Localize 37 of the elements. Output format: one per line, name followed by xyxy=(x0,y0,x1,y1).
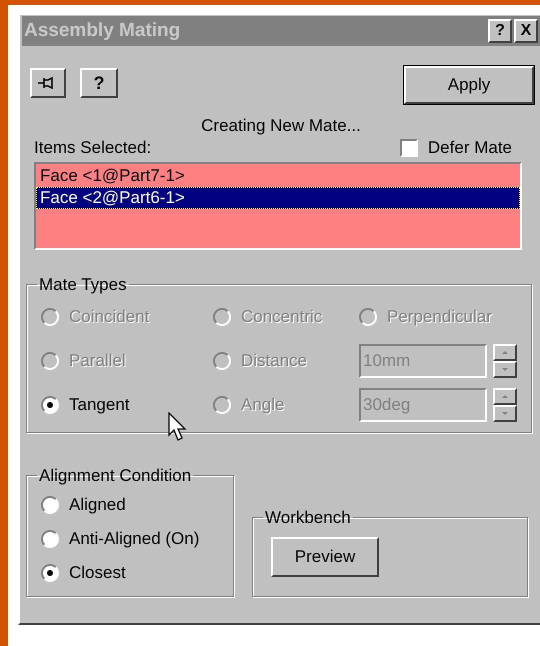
items-label: Items Selected: xyxy=(34,138,152,158)
radio-label: Coincident xyxy=(69,306,150,328)
mouse-pointer-icon xyxy=(168,412,188,442)
checkbox-label: Defer Mate xyxy=(428,138,512,158)
radio-button[interactable] xyxy=(41,564,59,582)
radio-label: Tangent xyxy=(69,394,130,416)
radio-button[interactable] xyxy=(41,496,59,514)
window-title: Assembly Mating xyxy=(24,18,182,43)
status-text: Creating New Mate... xyxy=(201,116,361,135)
close-button[interactable]: X xyxy=(514,19,538,43)
list-item[interactable]: Face <1@Part7-1> xyxy=(36,165,520,187)
radio-button[interactable] xyxy=(41,530,59,548)
radio-label: Closest xyxy=(69,562,126,584)
apply-button[interactable]: Apply xyxy=(404,66,534,104)
checkbox[interactable] xyxy=(400,139,418,157)
pin-button[interactable] xyxy=(30,68,66,98)
radio-label: Parallel xyxy=(69,350,126,372)
help-button[interactable]: ? xyxy=(488,19,512,43)
radio-button[interactable] xyxy=(41,396,59,414)
down-arrow-icon xyxy=(502,368,508,370)
preview-button[interactable]: Preview xyxy=(271,536,379,576)
radio-label: Perpendicular xyxy=(387,306,492,328)
group-title: Alignment Condition xyxy=(38,464,192,486)
down-arrow-icon xyxy=(502,412,508,414)
radio-label: Concentric xyxy=(241,306,322,328)
up-arrow-icon xyxy=(502,394,508,398)
radio-label: Distance xyxy=(241,350,308,372)
spin-button[interactable] xyxy=(493,344,517,378)
group-title: Mate Types xyxy=(38,274,128,296)
help-button[interactable]: ? xyxy=(80,68,118,98)
spin-button[interactable] xyxy=(493,388,517,422)
up-arrow-icon xyxy=(502,350,508,354)
list-item[interactable]: Face <2@Part6-1> xyxy=(36,187,520,209)
radio-label: Angle xyxy=(241,394,284,416)
radio-label: Anti-Aligned (On) xyxy=(69,528,200,550)
group-title: Workbench xyxy=(264,507,352,529)
radio-label: Aligned xyxy=(69,494,126,516)
